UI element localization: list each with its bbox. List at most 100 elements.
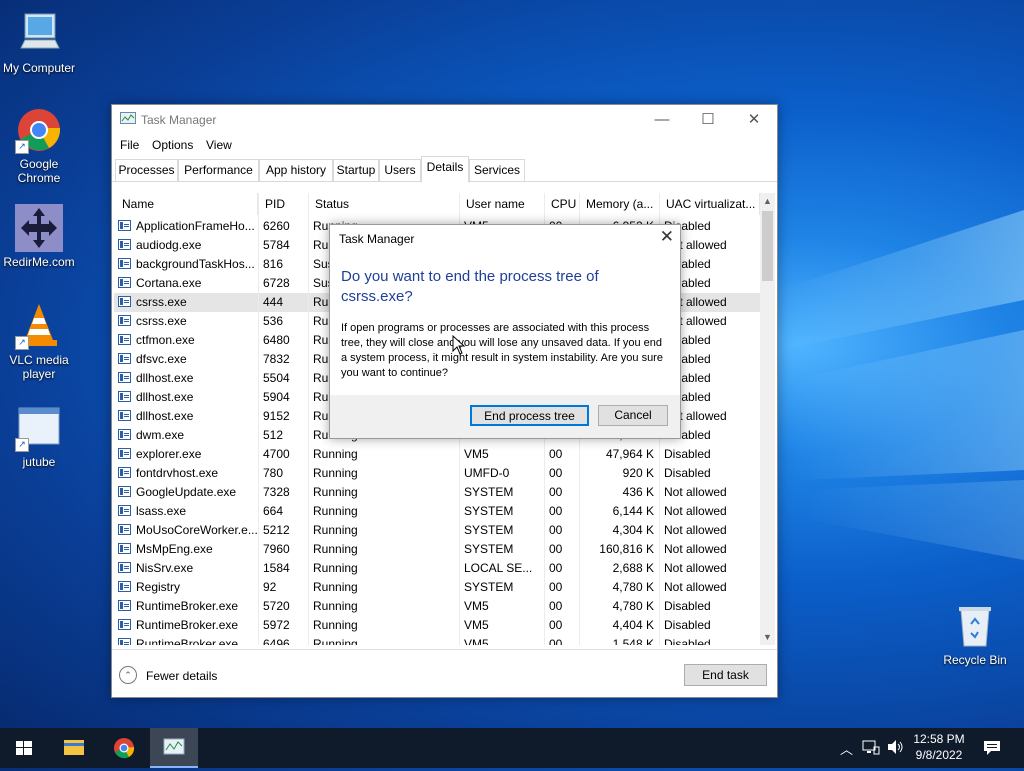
cell-pid: 5972 [263,618,290,632]
cell-status: Running [313,466,358,480]
tab-performance[interactable]: Performance [178,159,259,182]
scrollbar-thumb[interactable] [762,211,773,281]
table-row[interactable]: lsass.exe 664 Running SYSTEM 00 6,144 K Not al… [114,502,760,521]
tab-app-history[interactable]: App history [259,159,333,182]
close-button[interactable]: ✕ [731,105,777,135]
cell-cpu: 00 [549,580,563,594]
desktop-icon-jutube[interactable]: ↗ jutube [0,404,78,469]
column-header-pid[interactable]: PID [259,193,309,215]
scroll-up-icon[interactable]: ▲ [760,196,775,206]
menu-file[interactable]: File [120,138,139,152]
menu-view[interactable]: View [206,138,232,152]
desktop-icon-vlc[interactable]: ↗ VLC media player [0,302,78,381]
end-task-button[interactable]: End task [684,664,767,686]
fewer-details-label: Fewer details [146,669,218,683]
cell-mem: 4,404 K [612,618,654,632]
end-process-tree-button[interactable]: End process tree [470,405,589,426]
tab-services[interactable]: Services [469,159,525,182]
dialog-heading: Do you want to end the process tree of c… [341,268,599,305]
clock-date: 9/8/2022 [915,748,963,762]
cell-name: fontdrvhost.exe [136,466,219,480]
column-header-name[interactable]: Name [114,193,258,215]
cell-user: SYSTEM [464,523,514,537]
dialog-title: Task Manager [339,232,415,246]
cell-uac: Disabled [664,618,711,632]
cell-uac: Not allowed [664,523,727,537]
tab-details[interactable]: Details [421,156,469,183]
column-header-status[interactable]: Status [309,193,460,215]
cell-pid: 664 [263,504,284,518]
taskbar-task-manager[interactable] [150,728,198,768]
cell-pid: 816 [263,257,284,271]
volume-icon[interactable] [886,739,904,758]
cell-cpu: 00 [549,447,563,461]
cell-pid: 5212 [263,523,290,537]
clock[interactable]: 12:58 PM 9/8/2022 [905,731,973,763]
desktop-icon-label: Recycle Bin [943,653,1007,667]
desktop-icon-recycle-bin[interactable]: Recycle Bin [936,602,1014,667]
tab-processes[interactable]: Processes [115,159,178,182]
sort-ascending-icon: ^ [182,193,186,195]
cell-pid: 512 [263,428,284,442]
tab-startup[interactable]: Startup [333,159,379,182]
scroll-down-icon[interactable]: ▼ [760,632,775,642]
column-header-uac[interactable]: UAC virtualizat... [660,193,760,215]
vertical-scrollbar[interactable]: ▲ ▼ [760,193,775,645]
desktop-icon-google-chrome[interactable]: ↗ Google Chrome [0,106,78,185]
column-separator [258,193,259,645]
title-bar[interactable]: Task Manager — ☐ ✕ [112,105,777,135]
table-row[interactable]: explorer.exe 4700 Running VM5 00 47,964 K Disa… [114,445,760,464]
desktop-icon-my-computer[interactable]: My Computer [0,10,78,75]
cell-cpu: 00 [549,599,563,613]
cell-pid: 780 [263,466,284,480]
windows-logo-icon [16,741,32,755]
cell-name: csrss.exe [136,314,187,328]
notifications-icon[interactable] [983,740,1001,759]
start-button[interactable] [0,728,48,768]
column-header-cpu[interactable]: CPU [545,193,580,215]
chevron-up-icon: ⌃ [119,666,137,684]
table-row[interactable]: NisSrv.exe 1584 Running LOCAL SE... 00 2,688 … [114,559,760,578]
cell-status: Running [313,485,358,499]
cell-uac: Not allowed [664,485,727,499]
column-header-user[interactable]: User name [460,193,545,215]
menu-options[interactable]: Options [152,138,193,152]
cancel-button[interactable]: Cancel [598,405,668,426]
table-row[interactable]: MoUsoCoreWorker.e... 5212 Running SYSTEM 00 4… [114,521,760,540]
cell-mem: 920 K [622,466,654,480]
table-row[interactable]: GoogleUpdate.exe 7328 Running SYSTEM 00 436 K… [114,483,760,502]
cell-name: RuntimeBroker.exe [136,637,239,645]
cell-user: SYSTEM [464,542,514,556]
show-hidden-icons-chevron-icon[interactable]: ︿ [840,739,853,758]
cell-pid: 5504 [263,371,290,385]
desktop-icon-redirme[interactable]: RedirMe.com [0,204,78,269]
minimize-button[interactable]: — [639,105,685,135]
cell-cpu: 00 [549,637,563,645]
table-row[interactable]: fontdrvhost.exe 780 Running UMFD-0 00 920 K Di… [114,464,760,483]
chrome-icon [114,738,135,759]
cell-mem: 4,304 K [612,523,654,537]
cell-user: VM5 [464,599,489,613]
taskbar-file-explorer[interactable] [50,728,98,768]
taskbar-chrome[interactable] [100,728,148,768]
table-row[interactable]: RuntimeBroker.exe 6496 Running VM5 00 1,548 K… [114,635,760,645]
cell-status: Running [313,599,358,613]
cell-user: UMFD-0 [464,466,510,480]
cell-name: MsMpEng.exe [136,542,213,556]
network-icon[interactable] [862,739,880,758]
table-row[interactable]: MsMpEng.exe 7960 Running SYSTEM 00 160,816 K N… [114,540,760,559]
cell-status: Running [313,447,358,461]
table-row[interactable]: RuntimeBroker.exe 5972 Running VM5 00 4,404 K… [114,616,760,635]
cell-status: Running [313,542,358,556]
column-header-memory[interactable]: Memory (a... [580,193,660,215]
maximize-button[interactable]: ☐ [685,105,731,135]
shortcut-arrow-icon: ↗ [15,438,29,452]
table-row[interactable]: Registry 92 Running SYSTEM 00 4,780 K Not allo… [114,578,760,597]
tab-users[interactable]: Users [379,159,421,182]
dialog-close-button[interactable]: ✕ [660,227,674,247]
cell-pid: 92 [263,580,277,594]
table-row[interactable]: RuntimeBroker.exe 5720 Running VM5 00 4,780 K… [114,597,760,616]
cell-name: dllhost.exe [136,390,194,404]
task-manager-app-icon [163,738,185,755]
cell-pid: 7960 [263,542,290,556]
